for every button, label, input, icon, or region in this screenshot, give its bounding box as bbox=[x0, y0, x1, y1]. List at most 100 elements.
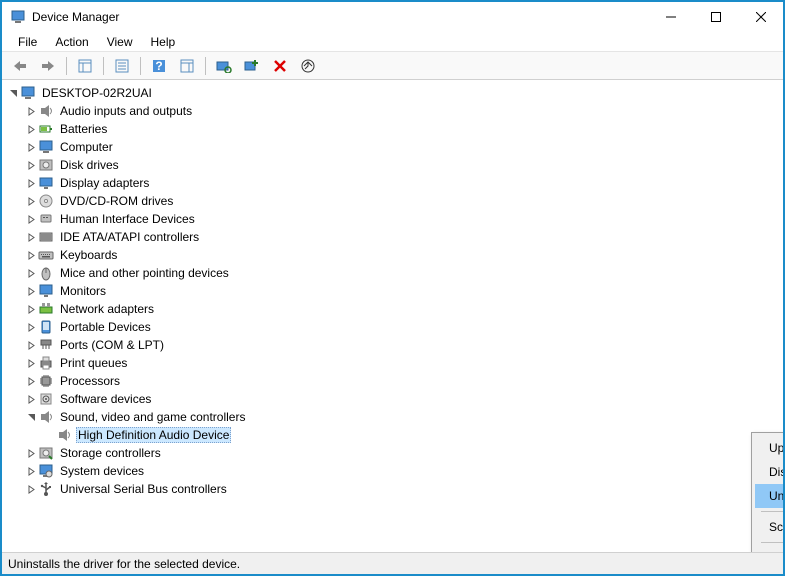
system-icon bbox=[38, 463, 54, 479]
tree-category-label: Batteries bbox=[58, 122, 109, 136]
menu-action[interactable]: Action bbox=[47, 33, 96, 51]
expander-icon[interactable] bbox=[24, 284, 38, 298]
tree-root[interactable]: DESKTOP-02R2UAI bbox=[4, 84, 781, 102]
tree-category[interactable]: DVD/CD-ROM drives bbox=[4, 192, 781, 210]
expander-icon[interactable] bbox=[6, 86, 20, 100]
tree-category[interactable]: Disk drives bbox=[4, 156, 781, 174]
tree-category[interactable]: Display adapters bbox=[4, 174, 781, 192]
tree-category[interactable]: Storage controllers bbox=[4, 444, 781, 462]
expander-icon[interactable] bbox=[24, 212, 38, 226]
tree-category-label: Keyboards bbox=[58, 248, 119, 262]
tree-category-label: Sound, video and game controllers bbox=[58, 410, 247, 424]
toolbar: ? bbox=[2, 52, 783, 80]
add-legacy-hardware-button[interactable] bbox=[240, 55, 264, 77]
expander-icon[interactable] bbox=[24, 302, 38, 316]
tree-category-label: Mice and other pointing devices bbox=[58, 266, 231, 280]
expander-icon[interactable] bbox=[24, 266, 38, 280]
computer-icon bbox=[38, 139, 54, 155]
tree-category[interactable]: Mice and other pointing devices bbox=[4, 264, 781, 282]
tree-category[interactable]: Keyboards bbox=[4, 246, 781, 264]
cm-disable-device[interactable]: Disable device bbox=[755, 460, 783, 484]
keyboard-icon bbox=[38, 247, 54, 263]
close-button[interactable] bbox=[738, 2, 783, 32]
cm-properties[interactable]: Properties bbox=[755, 546, 783, 552]
tree-category[interactable]: Processors bbox=[4, 372, 781, 390]
cm-uninstall-device[interactable]: Uninstall device bbox=[755, 484, 783, 508]
device-manager-icon bbox=[10, 9, 26, 25]
menu-view[interactable]: View bbox=[99, 33, 141, 51]
tree-category[interactable]: Universal Serial Bus controllers bbox=[4, 480, 781, 498]
expander-icon[interactable] bbox=[24, 140, 38, 154]
expander-icon[interactable] bbox=[24, 410, 38, 424]
tree-category[interactable]: Audio inputs and outputs bbox=[4, 102, 781, 120]
minimize-button[interactable] bbox=[648, 2, 693, 32]
tree-category-label: Disk drives bbox=[58, 158, 121, 172]
tree-category[interactable]: Software devices bbox=[4, 390, 781, 408]
hid-icon bbox=[38, 211, 54, 227]
tree-category[interactable]: IDE ATA/ATAPI controllers bbox=[4, 228, 781, 246]
expander-icon[interactable] bbox=[24, 230, 38, 244]
tree-category[interactable]: Monitors bbox=[4, 282, 781, 300]
scan-hardware-button[interactable] bbox=[212, 55, 236, 77]
maximize-button[interactable] bbox=[693, 2, 738, 32]
tree-device-label: High Definition Audio Device bbox=[76, 427, 231, 443]
forward-button[interactable] bbox=[36, 55, 60, 77]
back-button[interactable] bbox=[8, 55, 32, 77]
expander-icon[interactable] bbox=[24, 176, 38, 190]
tree-category-label: Processors bbox=[58, 374, 122, 388]
tree-category-label: Print queues bbox=[58, 356, 129, 370]
ide-icon bbox=[38, 229, 54, 245]
expander-icon[interactable] bbox=[24, 194, 38, 208]
computer-icon bbox=[20, 85, 36, 101]
tree-category-label: Monitors bbox=[58, 284, 108, 298]
titlebar: Device Manager bbox=[2, 2, 783, 32]
update-driver-button[interactable] bbox=[296, 55, 320, 77]
cm-separator bbox=[761, 542, 783, 543]
tree-category[interactable]: Computer bbox=[4, 138, 781, 156]
expander-icon[interactable] bbox=[24, 320, 38, 334]
cpu-icon bbox=[38, 373, 54, 389]
expander-icon[interactable] bbox=[24, 338, 38, 352]
device-tree[interactable]: DESKTOP-02R2UAI Audio inputs and outputs B… bbox=[2, 80, 783, 552]
tree-category[interactable]: Batteries bbox=[4, 120, 781, 138]
tree-device[interactable]: High Definition Audio Device bbox=[4, 426, 781, 444]
menu-help[interactable]: Help bbox=[143, 33, 184, 51]
expander-icon[interactable] bbox=[24, 158, 38, 172]
expander-icon[interactable] bbox=[24, 122, 38, 136]
properties-button[interactable] bbox=[110, 55, 134, 77]
tree-category-label: Display adapters bbox=[58, 176, 151, 190]
print-icon bbox=[38, 355, 54, 371]
tree-category-label: Audio inputs and outputs bbox=[58, 104, 194, 118]
statusbar: Uninstalls the driver for the selected d… bbox=[2, 552, 783, 574]
expander-icon[interactable] bbox=[24, 356, 38, 370]
cm-scan-hardware[interactable]: Scan for hardware changes bbox=[755, 515, 783, 539]
expander-icon[interactable] bbox=[24, 374, 38, 388]
speaker-icon bbox=[56, 427, 72, 443]
expander-icon[interactable] bbox=[24, 446, 38, 460]
action-pane-button[interactable] bbox=[175, 55, 199, 77]
expander-icon[interactable] bbox=[24, 464, 38, 478]
tree-category[interactable]: Ports (COM & LPT) bbox=[4, 336, 781, 354]
tree-category[interactable]: Sound, video and game controllers bbox=[4, 408, 781, 426]
expander-icon[interactable] bbox=[24, 104, 38, 118]
tree-category-label: Ports (COM & LPT) bbox=[58, 338, 166, 352]
cm-separator bbox=[761, 511, 783, 512]
tree-category-label: System devices bbox=[58, 464, 146, 478]
context-menu: Update driverDisable deviceUninstall dev… bbox=[751, 432, 783, 552]
tree-category[interactable]: Network adapters bbox=[4, 300, 781, 318]
show-hide-console-button[interactable] bbox=[73, 55, 97, 77]
tree-category[interactable]: Human Interface Devices bbox=[4, 210, 781, 228]
cm-update-driver[interactable]: Update driver bbox=[755, 436, 783, 460]
tree-category[interactable]: Portable Devices bbox=[4, 318, 781, 336]
network-icon bbox=[38, 301, 54, 317]
tree-category[interactable]: Print queues bbox=[4, 354, 781, 372]
expander-icon[interactable] bbox=[24, 392, 38, 406]
expander-icon[interactable] bbox=[24, 248, 38, 262]
help-button[interactable]: ? bbox=[147, 55, 171, 77]
speaker-icon bbox=[38, 103, 54, 119]
tree-category[interactable]: System devices bbox=[4, 462, 781, 480]
tree-category-label: Software devices bbox=[58, 392, 153, 406]
uninstall-button[interactable] bbox=[268, 55, 292, 77]
expander-icon[interactable] bbox=[24, 482, 38, 496]
menu-file[interactable]: File bbox=[10, 33, 45, 51]
